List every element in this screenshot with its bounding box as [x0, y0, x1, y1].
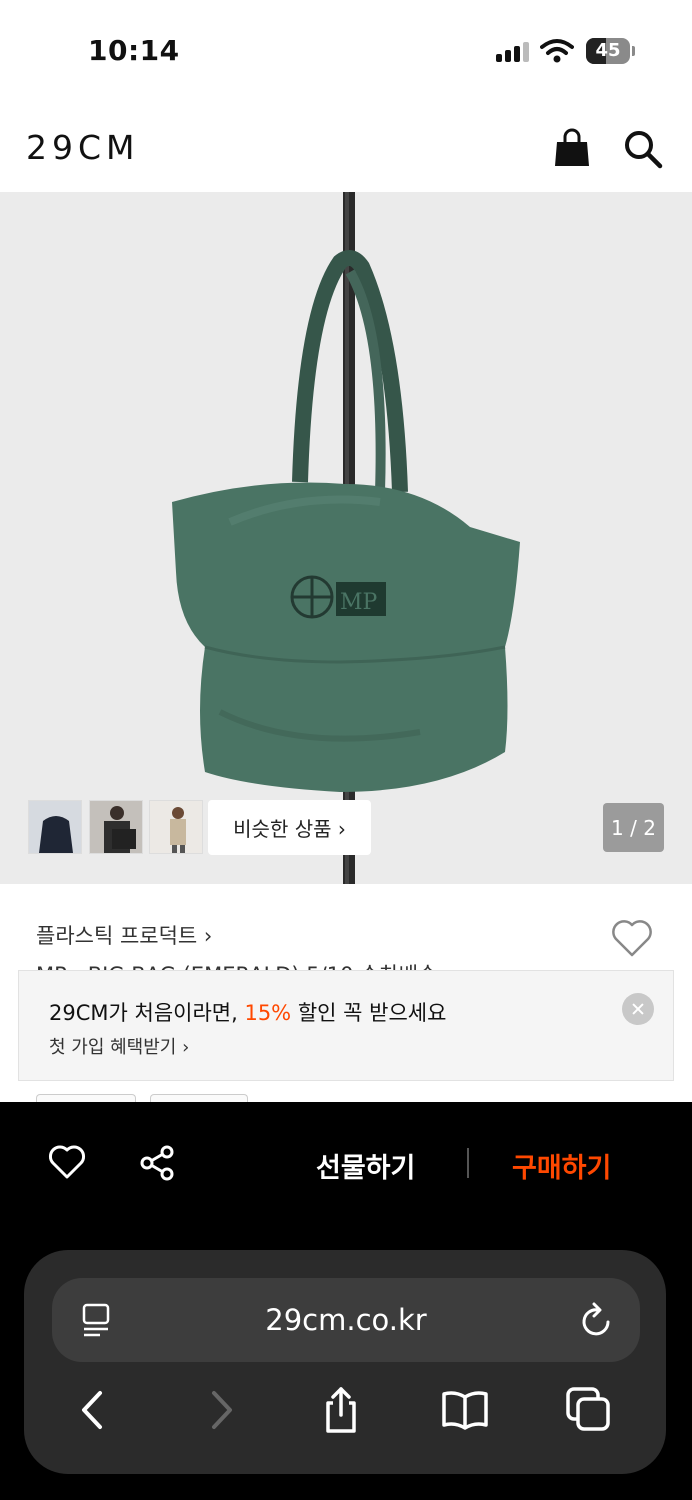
wifi-icon — [540, 39, 574, 63]
signup-benefit-link[interactable]: 첫 가입 혜택받기 › — [49, 1033, 189, 1059]
buy-button[interactable]: 구매하기 — [512, 1146, 611, 1185]
page-menu-icon[interactable] — [80, 1302, 112, 1338]
search-icon[interactable] — [622, 128, 664, 170]
battery-icon: 45 — [586, 38, 630, 64]
app-header: 29CM — [0, 100, 692, 192]
product-image[interactable]: MP — [0, 192, 692, 884]
thumbnail-2[interactable] — [89, 800, 143, 854]
promo-headline-suffix: 할인 꼭 받으세요 — [291, 1001, 447, 1025]
action-divider — [467, 1148, 469, 1178]
close-icon[interactable] — [622, 993, 654, 1025]
status-bar: 10:14 45 — [0, 0, 692, 100]
thumbnail-1[interactable] — [28, 800, 82, 854]
share-icon[interactable] — [138, 1144, 176, 1182]
promo-headline: 29CM가 처음이라면, 15% 할인 꼭 받으세요 — [49, 997, 446, 1027]
promo-headline-prefix: 29CM가 처음이라면, — [49, 1001, 245, 1025]
reload-icon[interactable] — [580, 1302, 614, 1338]
brand-logo[interactable]: 29CM — [26, 128, 140, 167]
thumbnail-3[interactable] — [149, 800, 203, 854]
tabs-icon[interactable] — [564, 1385, 614, 1435]
battery-nub — [632, 46, 635, 56]
status-time: 10:14 — [88, 34, 180, 67]
heart-icon[interactable] — [610, 918, 654, 958]
similar-products-label: 비슷한 상품 › — [233, 817, 346, 841]
battery-level: 45 — [595, 40, 621, 61]
address-bar[interactable]: 29cm.co.kr — [52, 1278, 640, 1362]
heart-icon[interactable] — [48, 1144, 86, 1180]
bookmarks-icon[interactable] — [440, 1385, 490, 1435]
promo-discount: 15% — [244, 1001, 292, 1025]
shopping-bag-icon[interactable] — [553, 128, 591, 168]
forward-icon[interactable] — [196, 1385, 246, 1435]
product-photo: MP — [0, 192, 692, 884]
url-text[interactable]: 29cm.co.kr — [52, 1278, 640, 1362]
image-page-counter: 1 / 2 — [603, 803, 664, 852]
back-icon[interactable] — [68, 1385, 118, 1435]
similar-products-button[interactable]: 비슷한 상품 › — [208, 800, 371, 855]
svg-text:MP: MP — [340, 590, 378, 615]
gift-button[interactable]: 선물하기 — [316, 1146, 415, 1185]
cellular-signal-icon — [496, 42, 532, 62]
share-icon[interactable] — [316, 1385, 366, 1435]
signup-promo-banner[interactable]: 29CM가 처음이라면, 15% 할인 꼭 받으세요 첫 가입 혜택받기 › — [18, 970, 674, 1081]
brand-link[interactable]: 플라스틱 프로덕트 › — [36, 920, 212, 950]
